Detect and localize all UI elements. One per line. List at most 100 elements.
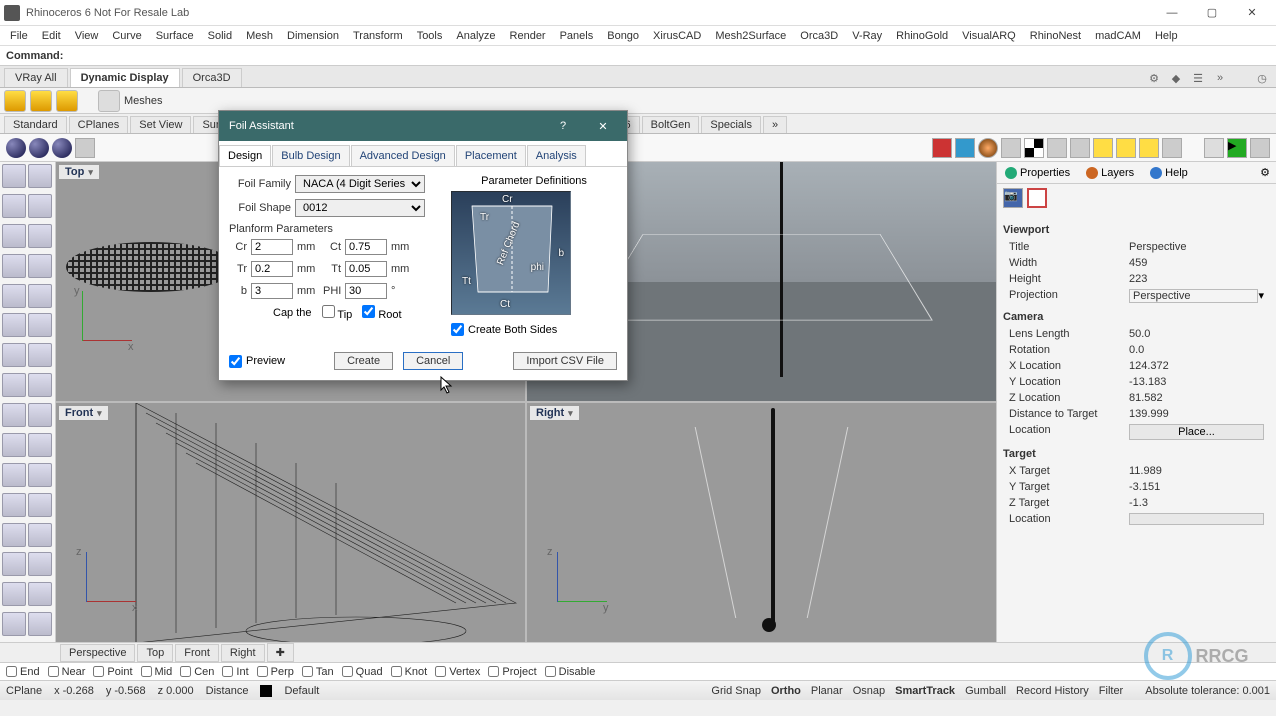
add-view-button[interactable]: ✚ bbox=[267, 643, 294, 662]
menu-v-ray[interactable]: V-Ray bbox=[846, 28, 888, 44]
phi-input[interactable] bbox=[345, 283, 387, 299]
snap-near[interactable]: Near bbox=[48, 666, 86, 678]
viewport-right[interactable]: Right y z bbox=[527, 403, 996, 642]
tool-icon[interactable] bbox=[28, 373, 52, 397]
tool-icon[interactable] bbox=[1001, 138, 1021, 158]
tr-input[interactable] bbox=[251, 261, 293, 277]
foil-shape-select[interactable]: 0012 bbox=[295, 199, 425, 217]
snap-disable[interactable]: Disable bbox=[545, 666, 596, 678]
status-toggle[interactable]: Ortho bbox=[771, 685, 801, 697]
tool-tab[interactable]: Set View bbox=[130, 116, 191, 133]
tool-icon[interactable] bbox=[2, 224, 26, 248]
snap-project[interactable]: Project bbox=[488, 666, 536, 678]
tool-icon[interactable] bbox=[978, 138, 998, 158]
tool-icon[interactable] bbox=[932, 138, 952, 158]
tool-icon[interactable] bbox=[1116, 138, 1136, 158]
menu-panels[interactable]: Panels bbox=[554, 28, 600, 44]
tool-icon[interactable] bbox=[1204, 138, 1224, 158]
tool-icon[interactable] bbox=[28, 254, 52, 278]
chevrons-icon[interactable]: » bbox=[1210, 69, 1230, 87]
viewport-label-right[interactable]: Right bbox=[529, 405, 580, 421]
tool-tab[interactable]: Standard bbox=[4, 116, 67, 133]
tool-icon[interactable] bbox=[1093, 138, 1113, 158]
menu-view[interactable]: View bbox=[69, 28, 105, 44]
menu-madcam[interactable]: madCAM bbox=[1089, 28, 1147, 44]
tool-icon[interactable] bbox=[28, 224, 52, 248]
tool-icon[interactable] bbox=[28, 493, 52, 517]
play-icon[interactable]: ▶ bbox=[1227, 138, 1247, 158]
shade-ball-icon[interactable] bbox=[6, 138, 26, 158]
menu-curve[interactable]: Curve bbox=[106, 28, 147, 44]
menu-transform[interactable]: Transform bbox=[347, 28, 409, 44]
import-csv-button[interactable]: Import CSV File bbox=[513, 352, 617, 370]
tool-icon[interactable] bbox=[28, 463, 52, 487]
create-button[interactable]: Create bbox=[334, 352, 393, 370]
minimize-button[interactable]: — bbox=[1152, 1, 1192, 25]
menu-xiruscad[interactable]: XirusCAD bbox=[647, 28, 707, 44]
maximize-button[interactable]: ▢ bbox=[1192, 1, 1232, 25]
menu-solid[interactable]: Solid bbox=[202, 28, 238, 44]
status-toggle[interactable]: Osnap bbox=[853, 685, 885, 697]
gear-icon[interactable]: ⚙ bbox=[1144, 69, 1164, 87]
view-tab[interactable]: Front bbox=[175, 644, 219, 662]
menu-render[interactable]: Render bbox=[504, 28, 552, 44]
tool-tab[interactable]: BoltGen bbox=[642, 116, 700, 133]
menu-visualarq[interactable]: VisualARQ bbox=[956, 28, 1022, 44]
snap-cen[interactable]: Cen bbox=[180, 666, 214, 678]
tool-icon[interactable] bbox=[30, 90, 52, 112]
tool-icon[interactable] bbox=[56, 90, 78, 112]
chevron-down-icon[interactable]: ▾ bbox=[1258, 289, 1264, 303]
tool-icon[interactable] bbox=[2, 523, 26, 547]
plugin-tab[interactable]: Dynamic Display bbox=[70, 68, 180, 87]
tool-icon[interactable] bbox=[955, 138, 975, 158]
dialog-tab[interactable]: Bulb Design bbox=[272, 145, 349, 166]
tool-icon[interactable] bbox=[28, 403, 52, 427]
status-toggle[interactable]: Planar bbox=[811, 685, 843, 697]
preview-checkbox[interactable]: Preview bbox=[229, 355, 285, 368]
tab-layers[interactable]: Layers bbox=[1078, 164, 1142, 182]
tool-icon[interactable] bbox=[1047, 138, 1067, 158]
dialog-tab[interactable]: Advanced Design bbox=[351, 145, 455, 166]
tool-icon[interactable] bbox=[28, 612, 52, 636]
camera-icon[interactable]: 📷 bbox=[1003, 188, 1023, 208]
view-tab[interactable]: Perspective bbox=[60, 644, 135, 662]
close-button[interactable]: ✕ bbox=[1232, 1, 1272, 25]
menu-analyze[interactable]: Analyze bbox=[450, 28, 501, 44]
both-sides-checkbox[interactable]: Create Both Sides bbox=[451, 323, 617, 336]
tool-icon[interactable] bbox=[1250, 138, 1270, 158]
tool-icon[interactable] bbox=[28, 433, 52, 457]
cr-input[interactable] bbox=[251, 239, 293, 255]
stopwatch-icon[interactable]: ◷ bbox=[1252, 69, 1272, 87]
view-tab[interactable]: Top bbox=[137, 644, 173, 662]
tool-icon[interactable] bbox=[98, 90, 120, 112]
snap-int[interactable]: Int bbox=[222, 666, 248, 678]
menu-rhinogold[interactable]: RhinoGold bbox=[890, 28, 954, 44]
menu-bongo[interactable]: Bongo bbox=[601, 28, 645, 44]
tool-icon[interactable] bbox=[75, 138, 95, 158]
menu-rhinonest[interactable]: RhinoNest bbox=[1024, 28, 1087, 44]
dialog-titlebar[interactable]: Foil Assistant ? ✕ bbox=[219, 111, 627, 141]
shade-ball-icon[interactable] bbox=[52, 138, 72, 158]
command-line[interactable]: Command: bbox=[0, 46, 1276, 66]
layers-icon[interactable]: ☰ bbox=[1188, 69, 1208, 87]
tool-icon[interactable] bbox=[28, 194, 52, 218]
frame-icon[interactable] bbox=[1027, 188, 1047, 208]
menu-mesh[interactable]: Mesh bbox=[240, 28, 279, 44]
shade-ball-icon[interactable] bbox=[29, 138, 49, 158]
snap-end[interactable]: End bbox=[6, 666, 40, 678]
tool-icon[interactable] bbox=[28, 164, 52, 188]
help-icon[interactable]: ? bbox=[549, 120, 577, 133]
tool-icon[interactable] bbox=[2, 582, 26, 606]
snap-mid[interactable]: Mid bbox=[141, 666, 173, 678]
tool-icon[interactable] bbox=[2, 313, 26, 337]
tool-icon[interactable] bbox=[2, 552, 26, 576]
view-tab[interactable]: Right bbox=[221, 644, 265, 662]
status-toggle[interactable]: Record History bbox=[1016, 685, 1089, 697]
tool-icon[interactable] bbox=[2, 373, 26, 397]
menu-tools[interactable]: Tools bbox=[411, 28, 449, 44]
snap-quad[interactable]: Quad bbox=[342, 666, 383, 678]
tool-icon[interactable] bbox=[2, 463, 26, 487]
gear-icon[interactable]: ⚙ bbox=[1254, 166, 1276, 179]
status-toggle[interactable]: SmartTrack bbox=[895, 685, 955, 697]
plugin-tab[interactable]: VRay All bbox=[4, 68, 68, 87]
